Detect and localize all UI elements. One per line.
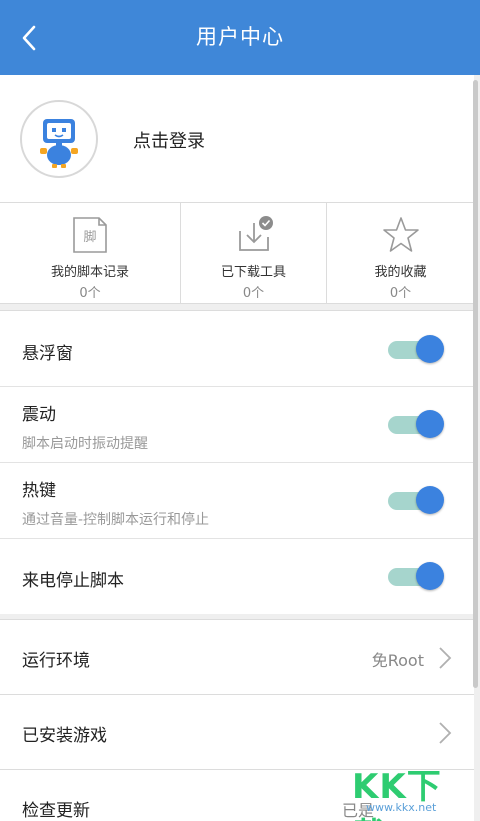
- scrollbar[interactable]: [473, 80, 478, 688]
- hotkey-toggle[interactable]: [388, 485, 444, 515]
- stats-bar: 脚 我的脚本记录 0个 已下载工具 0个 我的收藏 0个: [0, 203, 474, 304]
- float-window-toggle[interactable]: [388, 334, 444, 364]
- setting-label: 热键: [22, 481, 56, 501]
- star-icon: [382, 217, 419, 252]
- download-tray-icon: [238, 216, 273, 251]
- toggle-knob: [416, 410, 444, 438]
- stat-label: 我的脚本记录: [50, 265, 129, 280]
- app-bar: 用户中心: [0, 0, 480, 75]
- setting-label: 震动: [22, 405, 56, 425]
- toggle-knob: [416, 562, 444, 590]
- stat-count: 0个: [79, 286, 101, 301]
- nav-label: 已安装游戏: [22, 726, 107, 746]
- stat-script-records[interactable]: 脚 我的脚本记录 0个: [0, 203, 180, 303]
- login-link[interactable]: 点击登录: [133, 127, 205, 153]
- call-stop-toggle[interactable]: [388, 561, 444, 591]
- stat-downloaded-tools[interactable]: 已下载工具 0个: [180, 203, 326, 303]
- stat-label: 已下载工具: [220, 265, 286, 280]
- nav-run-environment[interactable]: 运行环境 免Root: [0, 619, 474, 695]
- stat-favorites[interactable]: 我的收藏 0个: [326, 203, 474, 303]
- script-file-icon: 脚: [73, 217, 107, 253]
- chevron-right-icon: [439, 647, 452, 669]
- toggle-knob: [416, 486, 444, 514]
- watermark-url: www.kkx.net: [366, 801, 437, 814]
- stat-count: 0个: [242, 286, 265, 301]
- nav-value: 免Root: [371, 651, 424, 670]
- setting-float-window: 悬浮窗: [0, 311, 474, 387]
- setting-vibrate: 震动 脚本启动时振动提醒: [0, 387, 474, 463]
- script-icon-glyph: 脚: [83, 229, 96, 245]
- robot-avatar-icon: [40, 119, 78, 168]
- setting-call-stop: 来电停止脚本: [0, 539, 474, 614]
- nav-label: 检查更新: [22, 801, 90, 821]
- page-title: 用户中心: [196, 25, 284, 49]
- nav-label: 运行环境: [22, 651, 90, 671]
- setting-description: 通过音量-控制脚本运行和停止: [22, 512, 210, 528]
- setting-label: 来电停止脚本: [22, 571, 124, 591]
- stat-count: 0个: [389, 286, 412, 301]
- toggle-knob: [416, 335, 444, 363]
- avatar[interactable]: [20, 100, 98, 178]
- setting-label: 悬浮窗: [22, 344, 73, 364]
- chevron-right-icon: [439, 722, 452, 744]
- vibrate-toggle[interactable]: [388, 409, 444, 439]
- watermark-logo: KK下载 www.kkx.net: [352, 759, 472, 821]
- stat-label: 我的收藏: [374, 265, 427, 280]
- profile-section: 点击登录: [0, 75, 474, 203]
- setting-description: 脚本启动时振动提醒: [22, 436, 148, 452]
- setting-hotkey: 热键 通过音量-控制脚本运行和停止: [0, 463, 474, 539]
- settings-group: 悬浮窗 震动 脚本启动时振动提醒 热键 通过音量-控制脚本运行和停止 来电停止脚…: [0, 310, 474, 614]
